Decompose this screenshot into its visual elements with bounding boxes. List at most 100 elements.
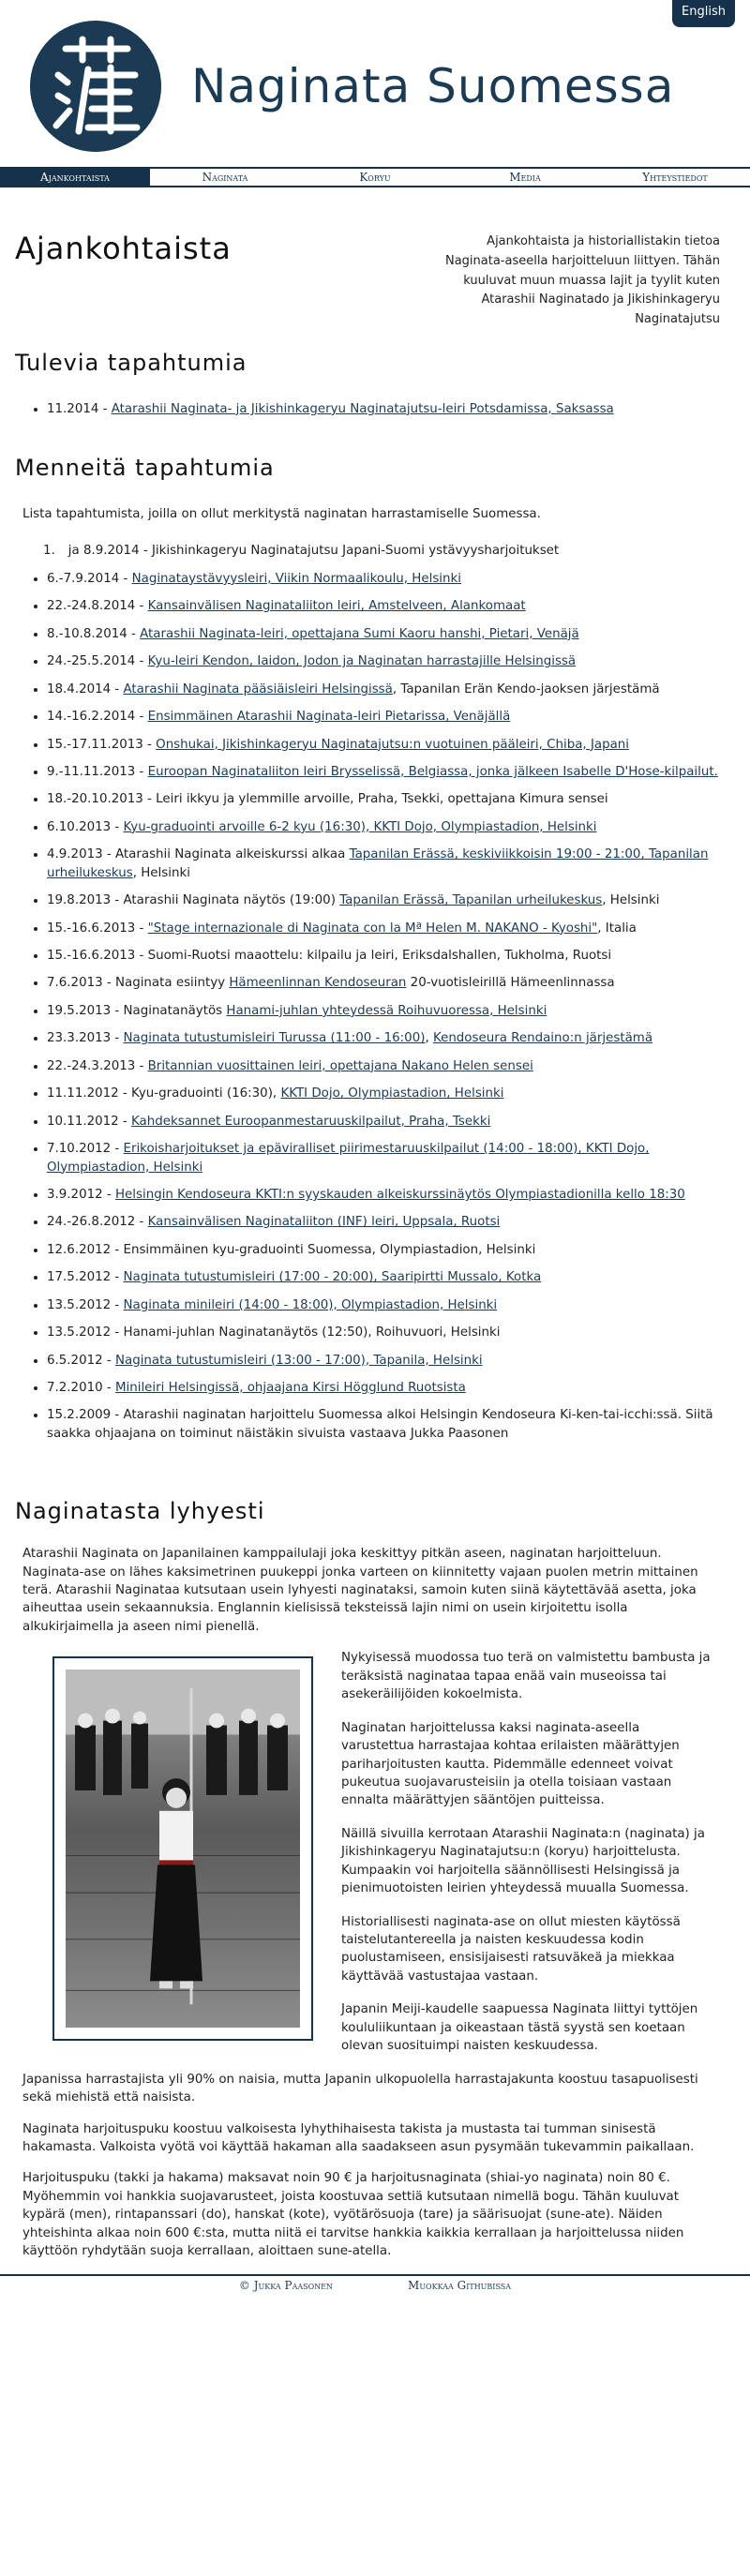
footer-edit-link[interactable]: Muokkaa Githubissa [408,2276,511,2297]
event-date: 14.-16.2.2014 - [47,710,148,725]
event-date: 19.5.2013 - [47,1003,124,1018]
event-date: 13.5.2012 - [47,1325,124,1340]
list-item: 4.9.2013 - Atarashii Naginata alkeiskurs… [47,846,735,882]
event-link[interactable]: Hämeenlinnan Kendoseuran [229,976,406,990]
event-date: 6.-7.9.2014 - [47,571,132,586]
list-item: 10.11.2012 - Kahdeksannet Euroopanmestar… [47,1113,735,1131]
event-date: 15.-16.6.2013 - [47,949,148,964]
event-link[interactable]: Naginata tutustumisleiri Turussa (11:00 … [124,1031,426,1045]
event-date: 17.5.2012 - [47,1270,124,1285]
past-section: Menneitä tapahtumia Lista tapahtumista, … [15,452,735,1443]
event-date: 7.2.2010 - [47,1381,115,1396]
event-link[interactable]: Minileiri Helsingissä, ohjaajana Kirsi H… [115,1381,466,1395]
event-link[interactable]: Kansainvälisen Naginataliiton leiri, Ams… [148,599,526,613]
event-link[interactable]: Britannian vuosittainen leiri, opettajan… [148,1059,533,1073]
event-link[interactable]: Hanami-juhlan yhteydessä Roihuvuoressa, … [226,1004,547,1018]
event-date: 19.8.2013 - [47,893,124,908]
list-item: 8.-10.8.2014 - Atarashii Naginata-leiri,… [47,625,735,643]
event-link[interactable]: Atarashii Naginata pääsiäisleiri Helsing… [124,682,393,696]
site-logo[interactable] [30,21,161,152]
event-date: 13.5.2012 - [47,1297,124,1312]
event-text: , Italia [597,921,637,936]
list-item: 18.-20.10.2013 - Leiri ikkyu ja ylemmill… [47,790,735,808]
main-nav: Ajankohtaista Naginata Koryu Media Yhtey… [0,167,750,187]
list-item: 24.-26.8.2012 - Kansainvälisen Naginatal… [47,1213,735,1231]
event-text: Atarashii Naginata alkeiskurssi alkaa [114,847,350,862]
event-link[interactable]: Atarashii Naginata-leiri, opettajana Sum… [140,627,579,641]
upcoming-title: Tulevia tapahtumia [15,350,248,376]
event-date: 22.-24.8.2014 - [47,599,148,614]
event-date: 11.11.2012 - [47,1086,132,1101]
event-link[interactable]: Kansainvälisen Naginataliiton (INF) leir… [148,1215,501,1229]
site-footer: © Jukka Paasonen Muokkaa Githubissa [0,2273,750,2297]
event-link[interactable]: Naginata tutustumisleiri (17:00 - 20:00)… [124,1270,542,1284]
event-link[interactable]: Kyu-graduointi arvoille 6-2 kyu (16:30),… [124,820,597,834]
event-link[interactable]: Naginata tutustumisleiri (13:00 - 17:00)… [115,1354,483,1368]
list-item: 15.-17.11.2013 - Onshukai, Jikishinkager… [47,736,735,754]
nav-item-media[interactable]: Media [450,169,600,186]
list-item: 6.-7.9.2014 - Naginataystävyysleiri, Vii… [47,570,735,588]
event-link[interactable]: Naginataystävyysleiri, Viikin Normaaliko… [132,572,461,586]
event-date: 15.2.2009 - [47,1408,124,1423]
event-date: 15.-17.11.2013 - [47,737,157,752]
page-title: Ajankohtaista [15,231,232,266]
event-text: Hanami-juhlan Naginatanäytös (12:50), Ro… [123,1325,501,1340]
list-item: 13.5.2012 - Naginata minileiri (14:00 - … [47,1296,735,1314]
event-link[interactable]: Naginata minileiri (14:00 - 18:00), Olym… [124,1298,498,1312]
event-text: Kyu-graduointi (16:30), [131,1086,281,1101]
site-header: English Naginata Suomessa [0,0,750,167]
list-item: 11.2014 - Atarashii Naginata- ja Jikishi… [47,400,735,418]
naginata-photo [52,1656,313,2042]
event-date: 6.10.2013 - [47,819,124,834]
list-item: 23.3.2013 - Naginata tutustumisleiri Tur… [47,1029,735,1047]
event-date: 9.-11.11.2013 - [47,764,148,779]
event-link[interactable]: Helsingin Kendoseura KKTI:n syyskauden a… [115,1188,685,1202]
list-item: 17.5.2012 - Naginata tutustumisleiri (17… [47,1268,735,1286]
event-link[interactable]: Euroopan Naginataliiton leiri Brysseliss… [148,765,718,779]
event-date: 12.6.2012 - [47,1242,124,1257]
language-button[interactable]: English [672,0,735,27]
event-link[interactable]: Atarashii Naginata- ja Jikishinkageryu N… [112,402,614,416]
logo-kanji-icon [30,21,161,152]
site-title[interactable]: Naginata Suomessa [191,52,674,121]
event-link[interactable]: Kahdeksannet Euroopanmestaruuskilpailut,… [131,1115,490,1129]
event-link[interactable]: Onshukai, Jikishinkageryu Naginatajutsu:… [156,738,629,752]
brief-paragraph: Naginata harjoituspuku koostuu valkoises… [22,2121,695,2154]
main-content: Ajankohtaista Ajankohtaista ja historial… [0,187,750,2261]
list-item: 22.-24.3.2013 - Britannian vuosittainen … [47,1057,735,1075]
event-link[interactable]: Kyu-leiri Kendon, Iaidon, Jodon ja Nagin… [148,654,576,668]
event-link[interactable]: Kendoseura Rendaino:n järjestämä [433,1031,652,1045]
nav-item-ajankohtaista[interactable]: Ajankohtaista [0,169,150,186]
intro-section: Ajankohtaista Ajankohtaista ja historial… [15,187,735,328]
event-date: 18.4.2014 - [47,681,124,696]
page: English Naginata Suomessa Ajankohtaista … [0,0,750,2297]
brief-body: Nykyisessä muodossa tuo terä on valmiste… [15,1649,735,2070]
brief-paragraph: Atarashii Naginata on Japanilainen kampp… [22,1547,698,1634]
nav-item-naginata[interactable]: Naginata [150,169,300,186]
event-date: 22.-24.3.2013 - [47,1058,148,1073]
past-title: Menneitä tapahtumia [15,455,275,482]
list-item: 19.5.2013 - Naginatanäytös Hanami-juhlan… [47,1002,735,1020]
event-link[interactable]: Tapanilan Erässä, Tapanilan urheilukesku… [339,893,602,907]
nav-item-koryu[interactable]: Koryu [300,169,450,186]
list-item: 11.11.2012 - Kyu-graduointi (16:30), KKT… [47,1085,735,1102]
footer-copyright-link[interactable]: © Jukka Paasonen [239,2276,333,2297]
list-item: 6.10.2013 - Kyu-graduointi arvoille 6-2 … [47,818,735,836]
event-date: 4.9.2013 - [47,847,115,862]
list-item: 3.9.2012 - Helsingin Kendoseura KKTI:n s… [47,1186,735,1204]
event-text: Atarashii Naginata näytös (19:00) [123,893,340,908]
event-link[interactable]: Ensimmäinen Atarashii Naginata-leiri Pie… [148,710,511,724]
event-text: Suomi-Ruotsi maaottelu: kilpailu ja leir… [147,949,612,964]
event-link[interactable]: "Stage internazionale di Naginata con la… [148,921,598,936]
list-item: 22.-24.8.2014 - Kansainvälisen Naginatal… [47,597,735,615]
event-text: Naginata esiintyy [114,976,230,991]
list-item: 13.5.2012 - Hanami-juhlan Naginatanäytös… [47,1324,735,1341]
nav-item-yhteystiedot[interactable]: Yhteystiedot [600,169,750,186]
list-item: 7.2.2010 - Minileiri Helsingissä, ohjaaj… [47,1379,735,1397]
event-link[interactable]: Erikoisharjoitukset ja epäviralliset pii… [47,1142,650,1174]
list-item: 15.2.2009 - Atarashii naginatan harjoitt… [47,1406,735,1443]
brief-paragraph: Harjoituspuku (takki ja hakama) maksavat… [22,2171,684,2259]
event-date: 3.9.2012 - [47,1187,115,1202]
event-link[interactable]: KKTI Dojo, Olympiastadion, Helsinki [280,1086,503,1101]
list-item: 7.6.2013 - Naginata esiintyy Hämeenlinna… [47,974,735,992]
